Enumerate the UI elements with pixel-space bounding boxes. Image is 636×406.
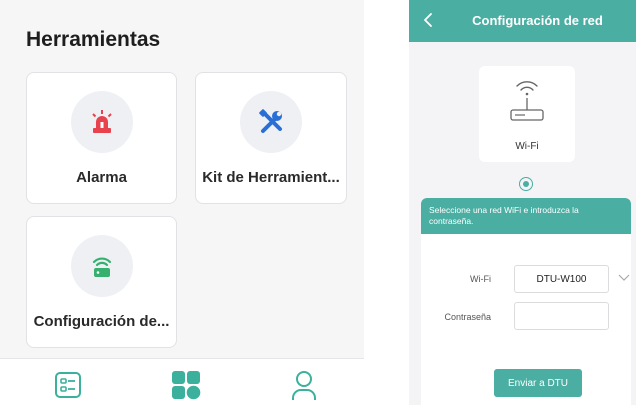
wifi-router-icon (510, 81, 544, 121)
header-title: Configuración de red (472, 13, 603, 28)
chevron-down-icon[interactable] (618, 273, 630, 283)
wifi-form: Seleccione una red WiFi e introduzca la … (421, 198, 631, 405)
alarm-light-icon (70, 91, 133, 153)
tool-label: Configuración de... (33, 313, 170, 330)
tool-label: Alarma (76, 169, 127, 186)
wifi-mode-option[interactable]: Wi-Fi (479, 66, 575, 162)
router-wifi-icon (70, 235, 133, 297)
form-hint: Seleccione una red WiFi e introduzca la … (421, 198, 631, 234)
tool-label: Kit de Herramient... (202, 169, 340, 186)
tool-card-toolkit[interactable]: Kit de Herramient... (195, 72, 347, 204)
network-config-screen: Configuración de red Wi-Fi Seleccione un… (409, 0, 636, 405)
password-input[interactable] (514, 302, 609, 330)
wifi-ssid-select[interactable]: DTU-W100 (514, 265, 609, 293)
send-to-dtu-button[interactable]: Enviar a DTU (494, 369, 582, 397)
list-icon[interactable] (51, 368, 85, 402)
bottom-navigation (0, 358, 364, 406)
header-bar: Configuración de red (409, 0, 636, 42)
page-title: Herramientas (26, 28, 161, 51)
wifi-field-label: Wi-Fi (470, 274, 491, 284)
wifi-mode-radio[interactable] (519, 177, 533, 191)
user-icon[interactable] (287, 368, 321, 402)
grid-icon[interactable] (169, 368, 203, 402)
tool-card-network-config[interactable]: Configuración de... (26, 216, 177, 348)
tools-icon (240, 91, 302, 153)
tools-screen: Herramientas Alarma Kit de Herramient...… (0, 0, 364, 406)
tool-card-alarm[interactable]: Alarma (26, 72, 177, 204)
back-arrow-icon[interactable] (417, 9, 439, 31)
password-field-label: Contraseña (444, 312, 491, 322)
wifi-mode-label: Wi-Fi (515, 141, 539, 152)
